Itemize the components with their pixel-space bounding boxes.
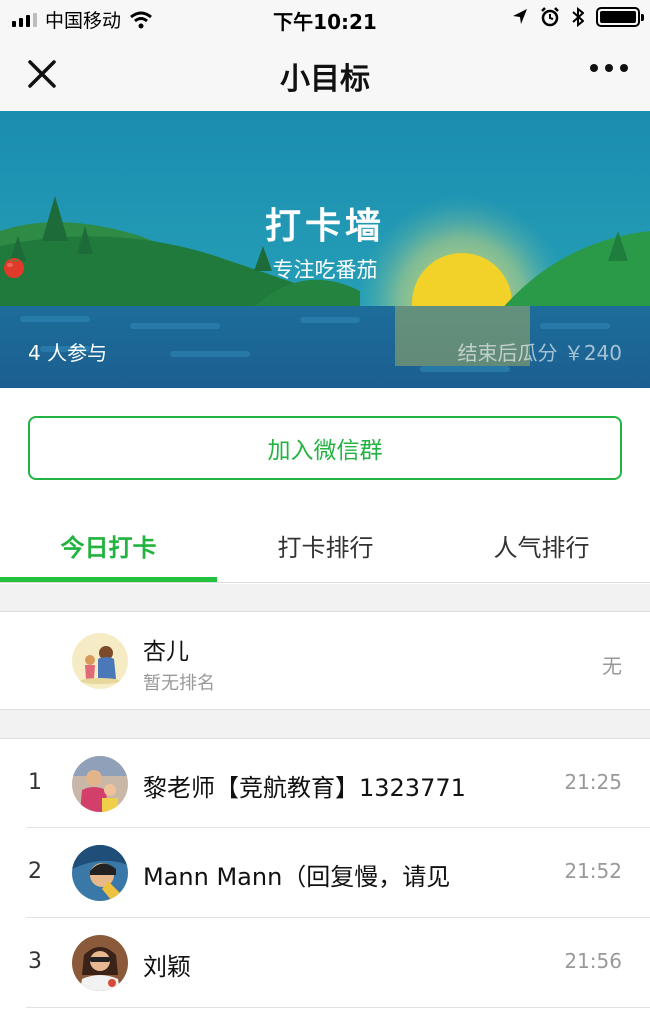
participant-name: 黎老师【竞航教育】1323771 [143, 774, 466, 802]
banner: 打卡墙 专注吃番茄 4 人参与 结束后瓜分 ￥240 [0, 111, 650, 388]
my-name: 杏儿 [143, 639, 189, 665]
alarm-icon [541, 7, 559, 27]
my-checkin-row[interactable]: 杏儿 暂无排名 无 [0, 611, 650, 710]
tomato-icon [4, 258, 24, 278]
join-wechat-group-button[interactable]: 加入微信群 [28, 416, 622, 480]
rank-number: 1 [28, 770, 42, 795]
rank-number: 3 [28, 949, 42, 974]
status-right [512, 7, 644, 27]
avatar [72, 935, 128, 991]
reward-text: 结束后瓜分 ￥240 [457, 341, 622, 365]
checkin-time: 21:52 [564, 859, 622, 883]
avatar [72, 633, 128, 689]
nav-bar: 小目标 [0, 36, 650, 111]
section-spacer [0, 710, 650, 738]
page-title: 小目标 [280, 62, 370, 97]
bluetooth-icon [572, 7, 584, 27]
active-tab-indicator [0, 577, 217, 582]
avatar [72, 845, 128, 901]
banner-subtitle: 专注吃番茄 [0, 254, 650, 284]
tab-popularity-ranking[interactable]: 人气排行 [433, 528, 650, 563]
location-icon [513, 9, 527, 24]
participant-name: 刘颖 [143, 953, 191, 981]
more-icon[interactable] [590, 64, 628, 72]
banner-title: 打卡墙 [264, 206, 385, 247]
list-item[interactable]: 1 黎老师【竞航教育】1323771 21:25 [0, 738, 650, 828]
participants-count: 4 人参与 [28, 341, 108, 365]
rank-number: 2 [28, 859, 42, 884]
my-rank-text: 暂无排名 [143, 673, 215, 694]
tab-checkin-ranking[interactable]: 打卡排行 [217, 528, 434, 563]
avatar [72, 756, 128, 812]
list-item[interactable]: 3 刘颖 21:56 [0, 918, 650, 1008]
tab-bar: 今日打卡 打卡排行 人气排行 [0, 508, 650, 583]
my-checkin-time: 无 [602, 654, 622, 678]
status-bar: 中国移动 下午10:21 [0, 0, 650, 36]
checkin-time: 21:56 [564, 949, 622, 973]
banner-subtitle-text: 专注吃番茄 [272, 258, 378, 282]
section-spacer [0, 584, 650, 611]
list-item[interactable]: 2 Mann Mann（回复慢，请见 21:52 [0, 828, 650, 918]
battery-icon [596, 7, 644, 27]
row-divider [26, 1007, 650, 1008]
tab-today-checkin[interactable]: 今日打卡 [0, 528, 217, 563]
participant-name: Mann Mann（回复慢，请见 [143, 863, 451, 891]
checkin-time: 21:25 [564, 770, 622, 794]
